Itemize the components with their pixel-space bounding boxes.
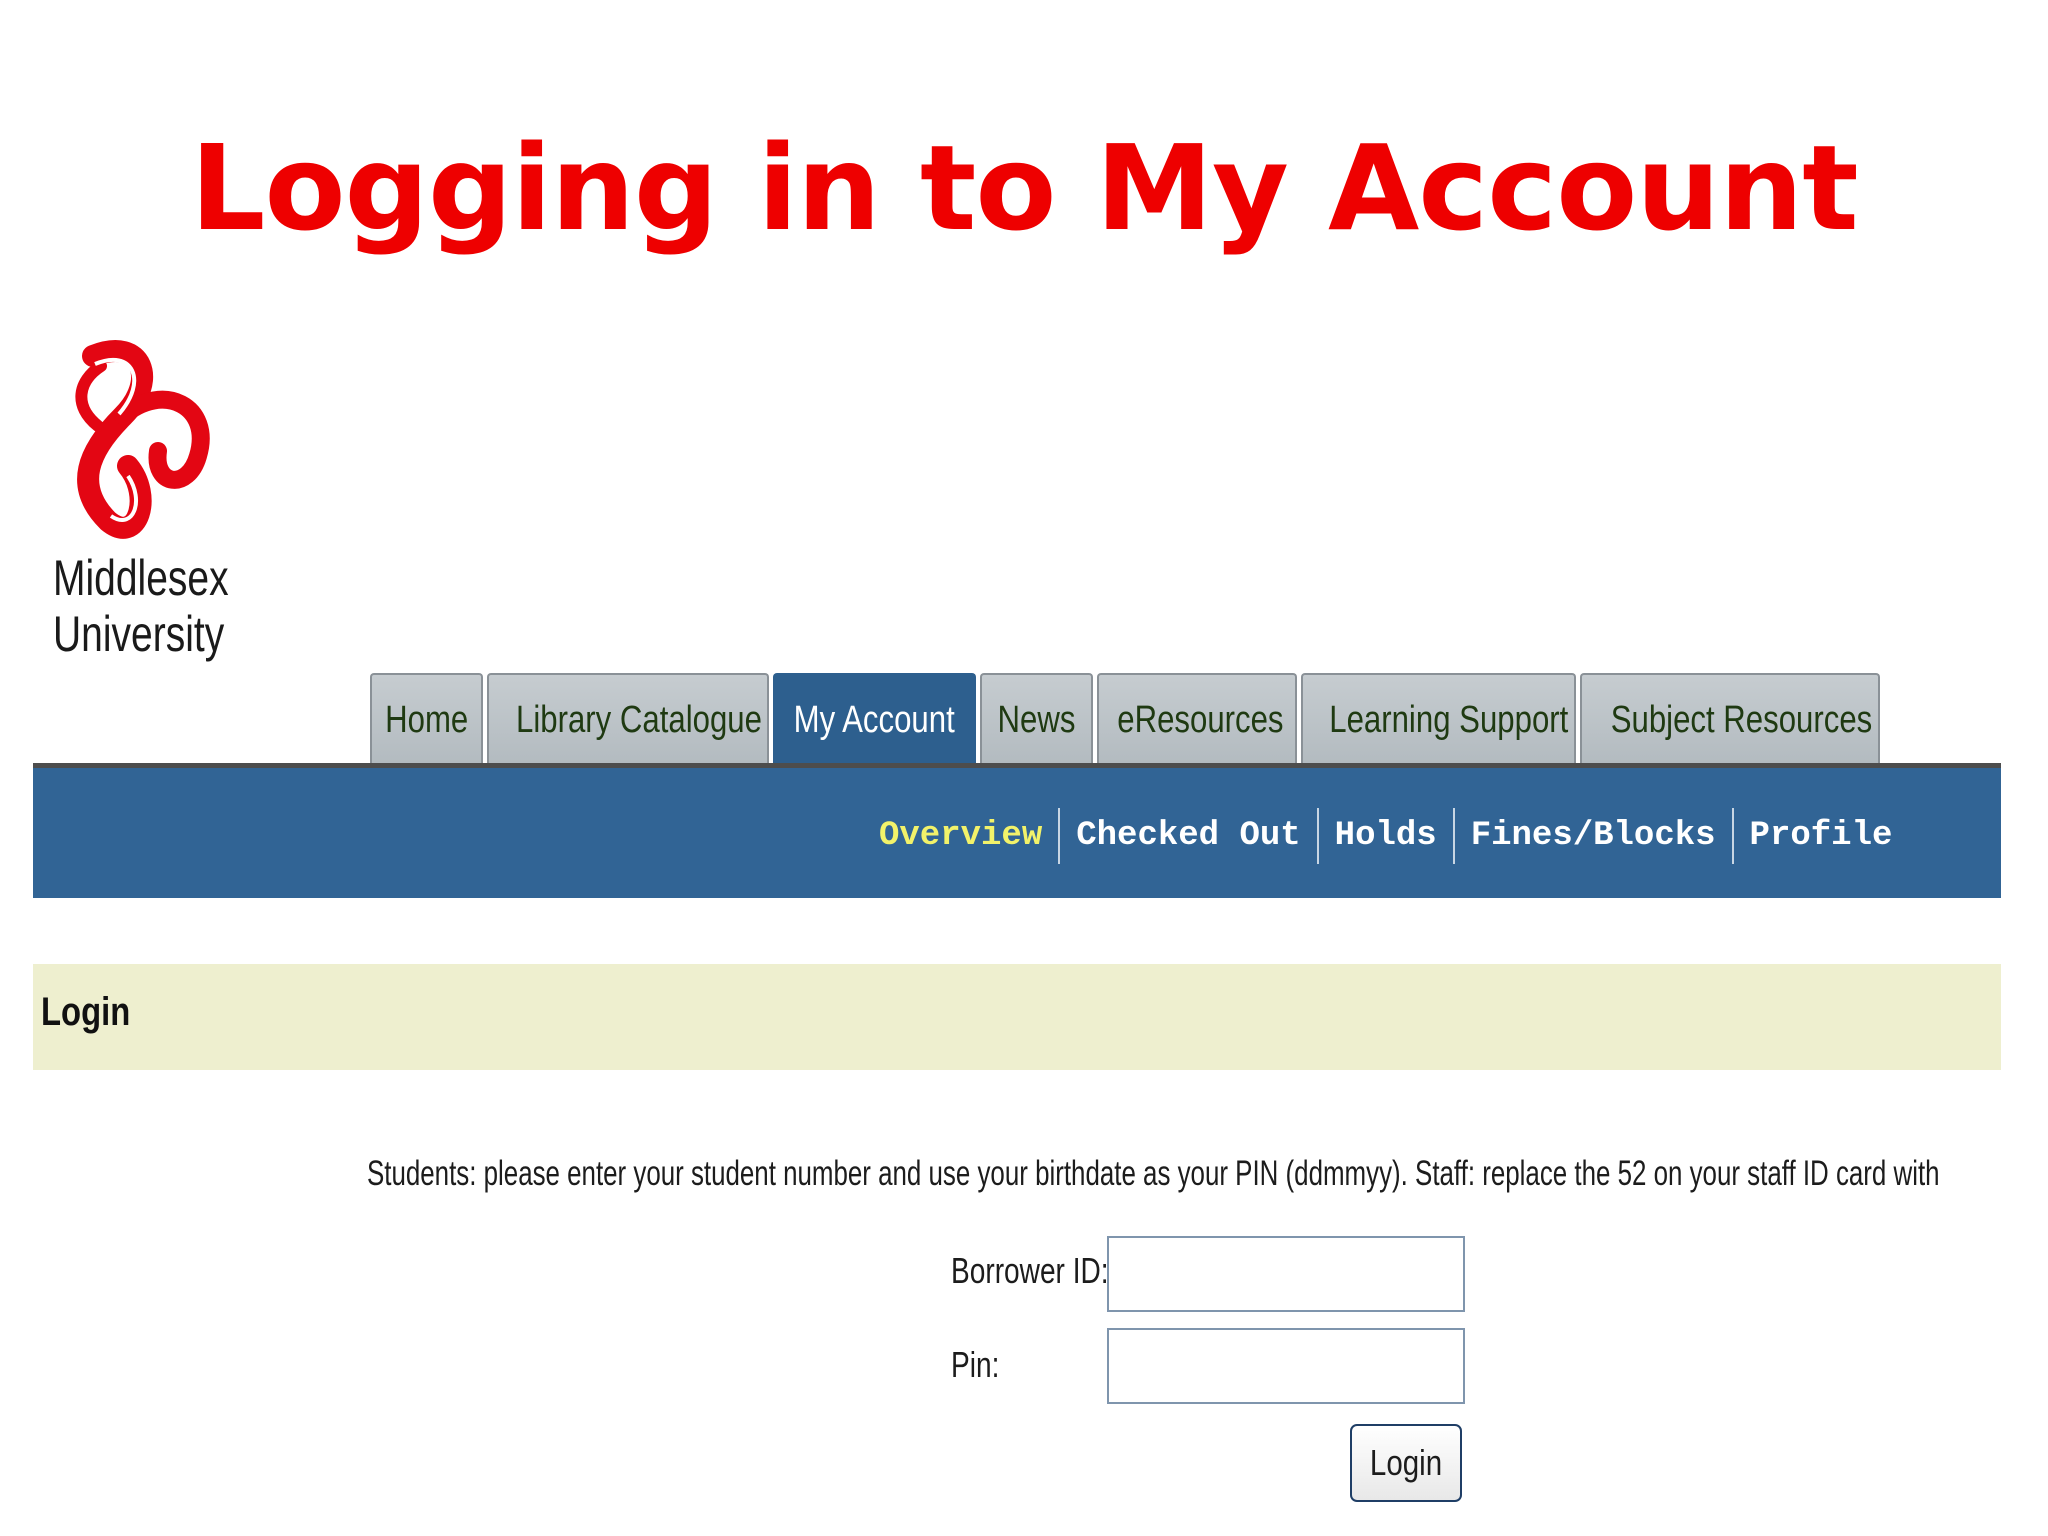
login-button[interactable]: Login (1350, 1424, 1462, 1502)
slide-title: Logging in to My Account (190, 119, 1858, 257)
tab-eresources[interactable]: eResources (1097, 673, 1297, 763)
account-subnav-items: Overview Checked Out Holds Fines/Blocks … (863, 808, 1908, 864)
pin-label: Pin: (951, 1344, 1000, 1385)
slide: Logging in to My Account Middlesex Unive… (0, 0, 2048, 1536)
login-section-title: Login (41, 990, 131, 1034)
library-page-screenshot: Middlesex University Home Library Catalo… (33, 318, 2001, 1536)
subtab-holds[interactable]: Holds (1316, 808, 1453, 864)
subtab-checked-out[interactable]: Checked Out (1058, 808, 1316, 864)
pin-input[interactable] (1107, 1328, 1465, 1404)
tab-library-catalogue[interactable]: Library Catalogue (487, 673, 769, 763)
university-name-line1: Middlesex (53, 550, 229, 606)
university-name: Middlesex University (53, 550, 240, 662)
subtab-fines-blocks[interactable]: Fines/Blocks (1452, 808, 1732, 864)
login-section-header: Login (33, 964, 2001, 1070)
login-button-label: Login (1369, 1442, 1443, 1483)
borrower-id-input[interactable] (1107, 1236, 1465, 1312)
university-logo[interactable]: Middlesex University (53, 318, 313, 688)
tab-subject-resources[interactable]: Subject Resources (1580, 673, 1880, 763)
subtab-overview[interactable]: Overview (863, 808, 1058, 864)
tab-my-account[interactable]: My Account (773, 673, 976, 773)
login-instructions: Students: please enter your student numb… (367, 1154, 2001, 1194)
subtab-profile[interactable]: Profile (1731, 808, 1909, 864)
university-name-line2: University (53, 606, 225, 662)
login-instructions-text: Students: please enter your student numb… (367, 1154, 1940, 1193)
account-subnav: Overview Checked Out Holds Fines/Blocks … (33, 768, 2001, 898)
tab-news[interactable]: News (980, 673, 1093, 763)
university-logo-mark-icon (75, 340, 210, 539)
borrower-id-label: Borrower ID: (951, 1250, 1109, 1291)
tab-home[interactable]: Home (370, 673, 483, 763)
tab-learning-support[interactable]: Learning Support (1301, 673, 1576, 763)
